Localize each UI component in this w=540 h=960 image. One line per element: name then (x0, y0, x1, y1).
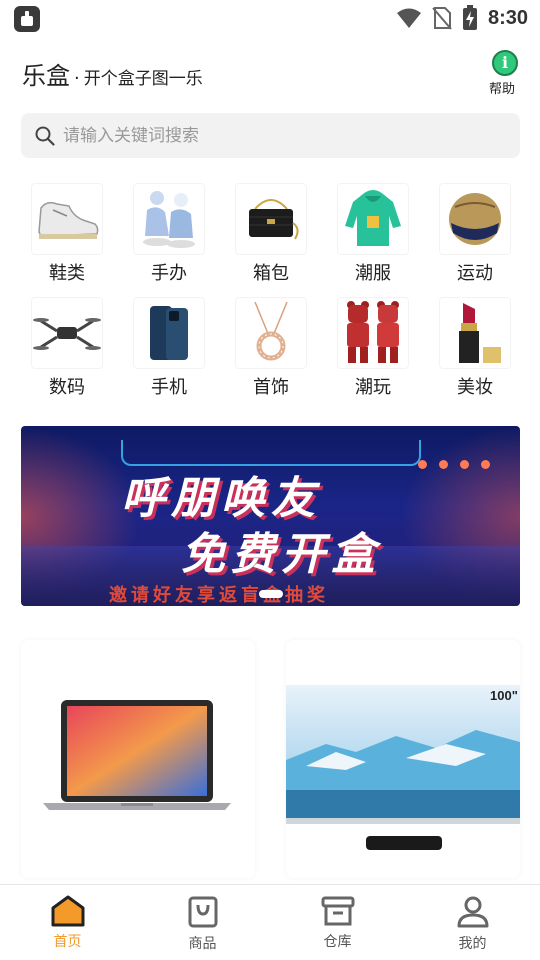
product-grid: 100" (21, 640, 520, 878)
warehouse-box-icon (321, 896, 354, 926)
app-header: 乐盒 · 开个盒子图一乐 i 帮助 (0, 46, 540, 98)
banner-pagination[interactable] (259, 590, 283, 598)
help-button[interactable]: i 帮助 (489, 50, 520, 97)
banner-title-line2: 免费开盒 (181, 529, 381, 580)
category-label: 美妆 (457, 377, 493, 398)
category-label: 手机 (151, 377, 187, 398)
category-label: 手办 (151, 263, 187, 284)
category-label: 首饰 (253, 377, 289, 398)
category-label: 箱包 (253, 263, 289, 284)
category-item-beauty[interactable]: 美妆 (424, 297, 526, 401)
drone-icon (31, 297, 103, 369)
home-icon (51, 895, 84, 927)
sneaker-icon (31, 183, 103, 255)
brand-slogan: 开个盒子图一乐 (83, 69, 203, 89)
brand: 乐盒 · 开个盒子图一乐 (22, 56, 203, 91)
banner-subtitle: 邀请好友享返盲盒抽奖 (109, 585, 329, 606)
wifi-icon (396, 8, 421, 28)
status-bar: 8:30 (0, 0, 540, 36)
category-item-figures[interactable]: 手办 (118, 183, 220, 287)
category-label: 潮玩 (355, 377, 391, 398)
category-item-shoes[interactable]: 鞋类 (16, 183, 118, 287)
nav-item-home[interactable]: 首页 (0, 885, 135, 960)
nav-item-profile[interactable]: 我的 (405, 885, 540, 960)
laptop-image (43, 700, 231, 810)
category-item-digital[interactable]: 数码 (16, 297, 118, 401)
phone-icon (133, 297, 205, 369)
bottom-nav: 首页 商品 仓库 我的 (0, 884, 540, 960)
category-label: 数码 (49, 377, 85, 398)
nav-item-products[interactable]: 商品 (135, 885, 270, 960)
ball-icon (439, 183, 511, 255)
category-grid: 鞋类 手办 箱包 潮服 运动 数码 手机 首饰 潮玩 美妆 (16, 183, 524, 401)
nav-label: 首页 (53, 934, 82, 950)
lipstick-icon (439, 297, 511, 369)
category-label: 鞋类 (49, 263, 85, 284)
category-item-toys[interactable]: 潮玩 (322, 297, 424, 401)
nav-label: 仓库 (323, 934, 352, 950)
product-card-projector[interactable]: 100" (286, 640, 520, 878)
search-icon (35, 126, 55, 146)
projector-image: 100" (286, 685, 520, 850)
user-icon (457, 896, 488, 928)
category-item-phones[interactable]: 手机 (118, 297, 220, 401)
nav-item-warehouse[interactable]: 仓库 (270, 885, 405, 960)
brand-separator: · (74, 68, 80, 89)
search-input[interactable] (63, 125, 483, 146)
app-notification-icon (14, 6, 40, 32)
figurine-icon (133, 183, 205, 255)
nav-label: 商品 (188, 936, 217, 952)
product-card-laptop[interactable] (21, 640, 255, 878)
hoodie-icon (337, 183, 409, 255)
help-label: 帮助 (488, 82, 515, 97)
bearbrick-icon (337, 297, 409, 369)
battery-charging-icon (462, 5, 477, 30)
no-sim-icon (432, 7, 452, 30)
category-item-streetwear[interactable]: 潮服 (322, 183, 424, 287)
projector-size-badge: 100" (490, 688, 518, 703)
status-time: 8:30 (487, 6, 528, 29)
banner-title-line1: 呼朋唤友 (121, 473, 321, 524)
banner-orbs (418, 460, 490, 469)
promo-banner[interactable]: 呼朋唤友 免费开盒 邀请好友享返盲盒抽奖 (21, 426, 520, 606)
category-label: 潮服 (355, 263, 391, 284)
category-item-jewelry[interactable]: 首饰 (220, 297, 322, 401)
brand-name: 乐盒 (22, 62, 70, 90)
search-bar[interactable] (21, 113, 520, 158)
category-item-sports[interactable]: 运动 (424, 183, 526, 287)
nav-label: 我的 (458, 936, 487, 952)
banner-dot-active[interactable] (259, 590, 283, 598)
handbag-icon (235, 183, 307, 255)
help-icon: i (492, 50, 518, 76)
category-item-bags[interactable]: 箱包 (220, 183, 322, 287)
category-label: 运动 (457, 263, 493, 284)
shopping-bag-icon (188, 896, 217, 928)
necklace-icon (235, 297, 307, 369)
